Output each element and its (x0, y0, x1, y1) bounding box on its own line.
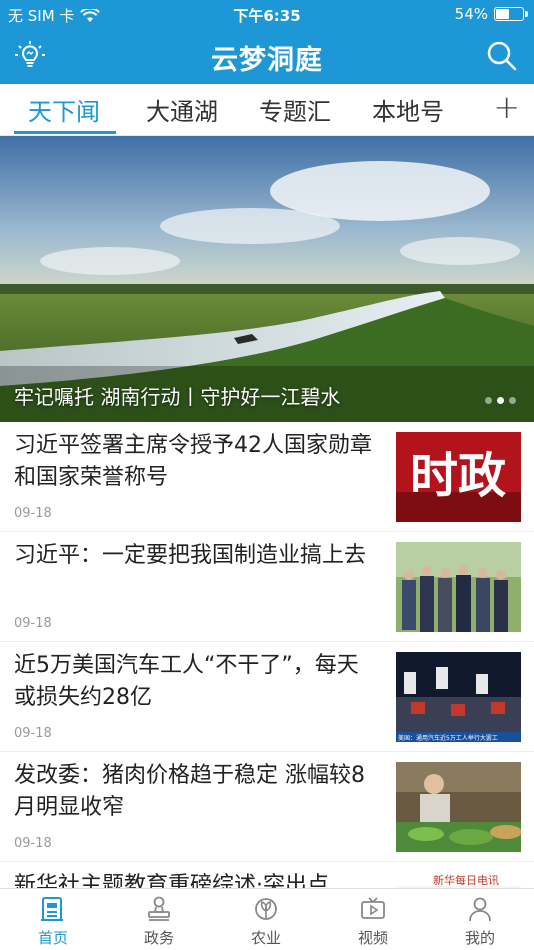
plus-icon[interactable]: + (493, 88, 520, 126)
news-date: 09-18 (14, 726, 52, 741)
thumb-text: 新华每日电讯 (433, 873, 499, 887)
thumb-text: 时政 (410, 448, 506, 504)
news-thumbnail: 时政 (396, 432, 521, 522)
nav-home[interactable]: 首页 (0, 889, 106, 950)
banner-image (0, 136, 534, 422)
news-thumbnail (396, 762, 521, 852)
battery-percent: 54% (454, 5, 488, 23)
news-item[interactable]: 习近平签署主席令授予42人国家勋章和国家荣誉称号 09-18 时政 (0, 422, 534, 532)
newspaper-icon (41, 897, 63, 921)
tab-tianxiawen[interactable]: 天下闻 (28, 92, 100, 127)
search-icon[interactable] (482, 36, 522, 76)
carousel-dot (485, 397, 492, 404)
news-title: 习近平：一定要把我国制造业搞上去 (14, 543, 367, 568)
carousel-dot-active (497, 397, 504, 404)
channel-tabs: 天下闻 大通湖 专题汇 本地号 + (0, 84, 534, 136)
carousel-dot (509, 397, 516, 404)
nav-government[interactable]: 政务 (106, 889, 212, 950)
news-item[interactable]: 习近平：一定要把我国制造业搞上去 09-18 (0, 532, 534, 642)
leaf-icon (255, 898, 277, 920)
news-list: 习近平签署主席令授予42人国家勋章和国家荣誉称号 09-18 时政 习近平：一定… (0, 422, 534, 950)
active-tab-indicator (14, 131, 116, 134)
news-thumbnail (396, 542, 521, 632)
nav-agriculture[interactable]: 农业 (213, 889, 319, 950)
stamp-icon (148, 896, 170, 921)
nav-label: 政务 (143, 929, 174, 947)
news-title: 发改委：猪肉价格趋于稳定 涨幅较8月明显收窄 (14, 763, 365, 820)
nav-video[interactable]: 视频 (320, 889, 426, 950)
tab-datonghu[interactable]: 大通湖 (146, 92, 218, 127)
news-date: 09-18 (14, 506, 52, 521)
tv-icon (361, 897, 385, 919)
app-title: 云梦洞庭 (211, 45, 323, 76)
nav-profile[interactable]: 我的 (427, 889, 533, 950)
thumb-caption: 美国：通用汽车近5万工人举行大罢工 (398, 734, 498, 742)
news-date: 09-18 (14, 836, 52, 851)
nav-label: 视频 (357, 929, 388, 947)
carousel-dots (485, 397, 516, 404)
status-bar: 无 SIM 卡 下午6:35 54% (0, 0, 534, 28)
banner-caption: 牢记嘱托 湖南行动丨守护好一江碧水 (14, 385, 341, 409)
app-bar: 云梦洞庭 (0, 28, 534, 84)
app-header: 无 SIM 卡 下午6:35 54% 云梦洞庭 (0, 0, 534, 84)
hero-banner[interactable]: 牢记嘱托 湖南行动丨守护好一江碧水 (0, 136, 534, 422)
bottom-navigation: 首页 政务 农业 视频 我的 (0, 888, 534, 950)
user-icon (469, 897, 491, 922)
news-date: 09-18 (14, 616, 52, 631)
nav-label: 首页 (37, 929, 68, 947)
news-title: 习近平签署主席令授予42人国家勋章和国家荣誉称号 (14, 433, 372, 490)
news-item[interactable]: 近5万美国汽车工人“不干了”，每天或损失约28亿 09-18 美国：通用汽车近5… (0, 642, 534, 752)
news-title: 近5万美国汽车工人“不干了”，每天或损失约28亿 (14, 653, 359, 710)
news-item[interactable]: 发改委：猪肉价格趋于稳定 涨幅较8月明显收窄 09-18 (0, 752, 534, 862)
news-thumbnail: 美国：通用汽车近5万工人举行大罢工 (396, 652, 521, 742)
tab-zhuantihui[interactable]: 专题汇 (259, 92, 331, 127)
nav-label: 我的 (464, 929, 495, 947)
battery-icon (494, 7, 528, 21)
nav-label: 农业 (250, 929, 281, 947)
tab-bendihao[interactable]: 本地号 (372, 92, 444, 127)
